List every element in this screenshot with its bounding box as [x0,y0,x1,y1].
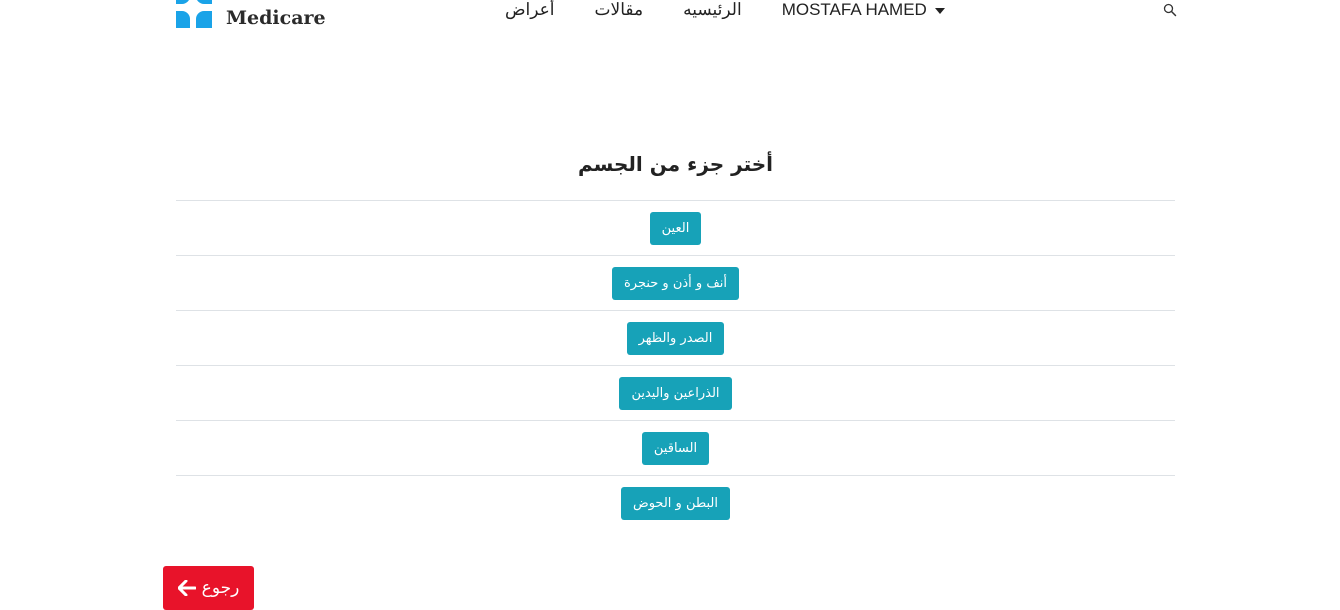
body-part-button-chest-back[interactable]: الصدر والظهر [626,321,725,355]
back-button-label: رجوع [201,578,240,598]
arrow-left-icon [177,580,196,596]
body-part-button-abdomen-pelvis[interactable]: البطن و الحوض [621,486,730,520]
list-item: العين [176,200,1175,255]
caret-down-icon [934,8,945,14]
search-icon[interactable] [1163,3,1177,17]
list-item: الذراعين واليدين [176,365,1175,420]
list-item: البطن و الحوض [176,475,1175,530]
body-part-button-legs[interactable]: الساقين [641,431,710,465]
body-parts-list: العين أنف و أذن و حنجرة الصدر والظهر الذ… [176,200,1175,530]
nav-item-articles[interactable]: مقالات [595,0,644,20]
brand-logo[interactable]: Medicare [176,0,326,29]
brand-name: Medicare [226,7,326,29]
body-part-button-arms-hands[interactable]: الذراعين واليدين [619,376,732,410]
nav-item-symptoms[interactable]: أعراض [505,0,555,20]
list-item: أنف و أذن و حنجرة [176,255,1175,310]
page-title: أختر جزء من الجسم [577,152,774,176]
user-name: MOSTAFA HAMED [781,0,927,19]
nav-item-home[interactable]: الرئيسيه [683,0,742,20]
logo-mark-icon [176,0,212,28]
body-part-button-eyes[interactable]: العين [649,211,702,245]
back-button[interactable]: رجوع [163,566,254,610]
list-item: الصدر والظهر [176,310,1175,365]
page: Medicare أعراض مقالات الرئيسيه MOSTAFA H… [0,0,1340,610]
list-item: الساقين [176,420,1175,475]
header: Medicare أعراض مقالات الرئيسيه MOSTAFA H… [0,0,1340,30]
nav-item-user-menu[interactable]: MOSTAFA HAMED [782,0,945,20]
body-part-button-ent[interactable]: أنف و أذن و حنجرة [611,266,740,300]
main-nav: أعراض مقالات الرئيسيه MOSTAFA HAMED [505,0,945,20]
